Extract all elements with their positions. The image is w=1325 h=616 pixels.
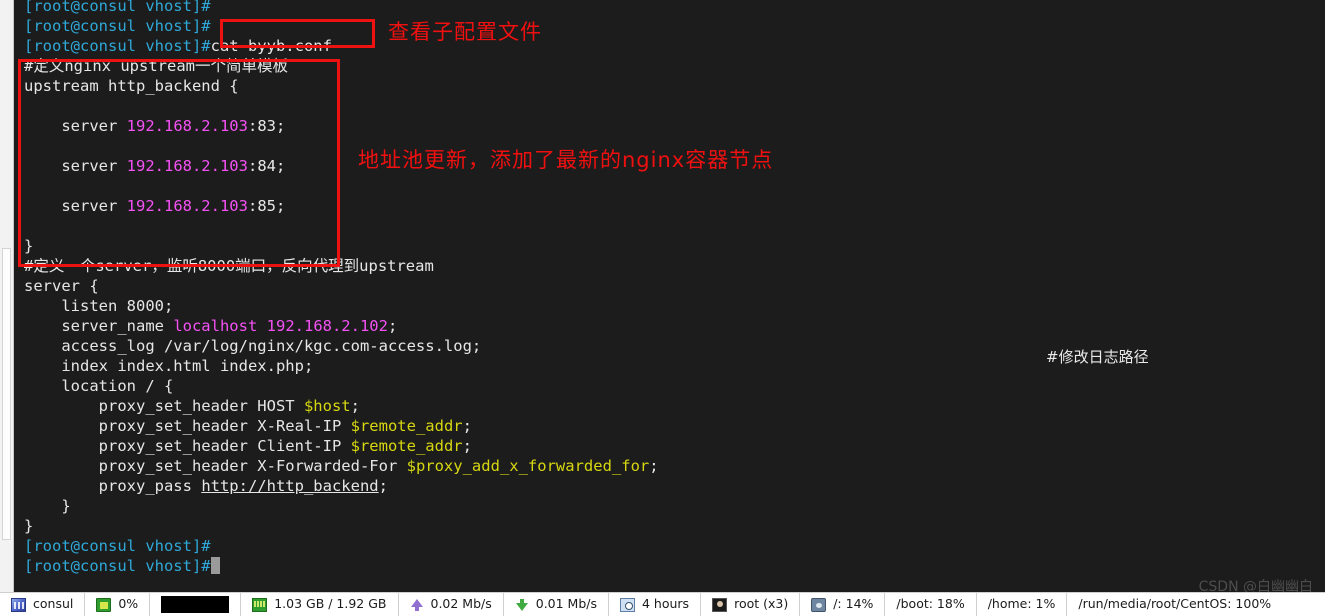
disk-icon — [811, 597, 827, 612]
terminal-line: proxy_set_header Client-IP $remote_addr; — [24, 437, 472, 455]
statusbar-item[interactable]: /run/media/root/CentOS: 100% — [1067, 593, 1282, 616]
uptime-clock-icon — [620, 597, 635, 612]
statusbar-item[interactable]: /boot: 18% — [885, 592, 977, 616]
system-monitor-statusbar: consul 0% 1.03 GB / 1.92 GB 0.02 Mb/s 0.01 M… — [0, 592, 1325, 616]
statusbar-item[interactable]: 0.02 Mb/s — [399, 592, 504, 616]
consul-icon — [11, 597, 26, 612]
memory-icon — [252, 597, 268, 612]
terminal-line: location / { — [24, 377, 174, 395]
statusbar-item-label: /run/media/root/CentOS: 100% — [1078, 596, 1272, 612]
statusbar-item-label: root (x3) — [734, 596, 789, 612]
download-icon — [515, 598, 529, 612]
command-annotation-text: 查看子配置文件 — [388, 20, 542, 44]
statusbar-item[interactable]: /home: 1% — [977, 592, 1068, 616]
terminal-line: server { — [24, 277, 99, 295]
statusbar-item-label: /boot: 18% — [896, 596, 965, 612]
terminal-line: proxy_set_header X-Forwarded-For $proxy_… — [24, 457, 659, 475]
statusbar-item-label: 0.02 Mb/s — [430, 596, 492, 612]
terminal-cursor — [210, 557, 220, 574]
terminal-scrollbar[interactable] — [0, 0, 14, 592]
terminal-line: [root@consul vhost]# — [24, 17, 211, 35]
terminal-line: server_name localhost 192.168.2.102; — [24, 317, 398, 335]
user-icon — [712, 597, 728, 612]
upstream-annotation-text: 地址池更新，添加了最新的nginx容器节点 — [358, 148, 774, 172]
terminal-line: server 192.168.2.103:83; — [24, 117, 286, 135]
statusbar-item-label: 0.01 Mb/s — [535, 596, 597, 612]
cpu-graph — [161, 596, 230, 613]
terminal-line: #定义nginx upstream一个简单模板 — [24, 57, 288, 75]
statusbar-item[interactable]: 0.01 Mb/s — [504, 592, 609, 616]
statusbar-item-label: /home: 1% — [987, 596, 1056, 612]
terminal-line: [root@consul vhost]# — [24, 0, 211, 15]
statusbar-item[interactable]: 4 hours — [609, 592, 702, 616]
terminal-line: server 192.168.2.103:85; — [24, 197, 286, 215]
terminal-line: } — [24, 517, 34, 535]
statusbar-item[interactable]: 1.03 GB / 1.92 GB — [241, 592, 399, 616]
terminal-line: proxy_pass http://http_backend; — [24, 477, 388, 495]
statusbar-item[interactable]: 0% — [85, 592, 151, 616]
terminal-line: proxy_set_header HOST $host; — [24, 397, 360, 415]
statusbar-item-label: /: 14% — [833, 596, 874, 612]
upload-icon — [410, 598, 424, 612]
statusbar-item-label: 4 hours — [642, 596, 690, 612]
terminal-line: #定义一个server，监听8000端口，反向代理到upstream — [24, 257, 434, 275]
terminal-window[interactable]: [root@consul vhost]# [root@consul vhost]#… — [14, 0, 1325, 592]
log-path-comment: #修改日志路径 — [1046, 348, 1149, 366]
statusbar-item-label: 1.03 GB / 1.92 GB — [274, 596, 387, 612]
terminal-line: [root@consul vhost]# — [24, 556, 1324, 576]
terminal-line: } — [24, 237, 34, 255]
screenshot-root: [root@consul vhost]# [root@consul vhost]#… — [0, 0, 1325, 616]
terminal-line: } — [24, 497, 71, 515]
statusbar-item[interactable]: root (x3) — [701, 592, 801, 616]
terminal-output: [root@consul vhost]# [root@consul vhost]#… — [24, 0, 1324, 576]
statusbar-item-label: 0% — [118, 596, 139, 612]
statusbar-item[interactable]: /: 14% — [800, 592, 886, 616]
terminal-line: proxy_set_header X-Real-IP $remote_addr; — [24, 417, 472, 435]
cpu-icon — [96, 597, 112, 612]
terminal-line: listen 8000; — [24, 297, 174, 315]
terminal-line: upstream http_backend { — [24, 77, 239, 95]
terminal-line: [root@consul vhost]# — [24, 537, 211, 555]
scrollbar-thumb[interactable] — [2, 248, 11, 540]
statusbar-item[interactable] — [150, 592, 242, 616]
statusbar-item[interactable]: consul — [0, 592, 86, 616]
terminal-line: [root@consul vhost]#cat byyb.conf — [24, 37, 332, 55]
statusbar-item-label: consul — [33, 596, 74, 612]
